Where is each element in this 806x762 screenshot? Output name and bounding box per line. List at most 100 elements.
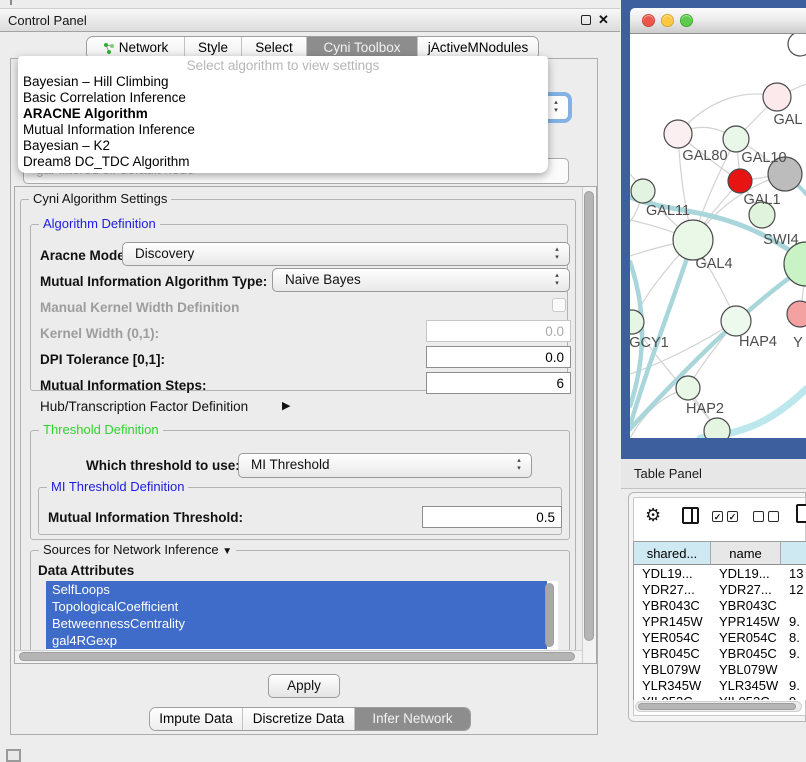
dpi-tolerance-field[interactable]: 0.0 [426,346,571,368]
minimize-traffic-light[interactable] [661,14,674,27]
node-gal-top [763,83,791,111]
zoom-traffic-light[interactable] [680,14,693,27]
cell: YIL052C [634,694,711,700]
dropdown-item[interactable]: Dream8 DC_TDC Algorithm [18,154,548,170]
table-row[interactable]: YPR145W YPR145W 9. [634,614,806,630]
apply-button[interactable]: Apply [268,674,340,698]
network-window-titlebar[interactable] [630,8,806,34]
column-header-partial[interactable] [781,542,806,565]
dropdown-item[interactable]: Bayesian – K2 [18,138,548,154]
tab-infer-network[interactable]: Infer Network [354,708,470,730]
table-row[interactable]: YBR045C YBR045C 9. [634,646,806,662]
panel-grip-icon[interactable] [6,749,21,762]
mi-steps-field[interactable]: 6 [426,372,571,394]
node-salmon [787,301,806,327]
node-gal11 [631,179,655,203]
tab-discretize-data[interactable]: Discretize Data [242,708,354,730]
table-panel-title: Table Panel [634,466,702,481]
kernel-width-field[interactable]: 0.0 [426,320,571,342]
kernel-width-label: Kernel Width (0,1): [40,326,159,341]
data-attributes-list: SelfLoops TopologicalCoefficient Between… [46,581,558,651]
threshold-definition-legend: Threshold Definition [39,422,163,437]
table-row[interactable]: YLR345W YLR345W 9. [634,678,806,694]
dropdown-header: Select algorithm to view settings [18,56,548,74]
which-threshold-combobox[interactable]: MI Threshold ▴▾ [238,453,532,478]
node-label: GCY1 [630,335,669,351]
which-threshold-label: Which threshold to use: [86,458,240,473]
select-all-checkbox-icon[interactable]: ✓ [727,511,738,522]
network-canvas[interactable]: GAL GAL80 GAL10 GAL1 GAL11 SWI4 GAL4 GCY… [630,34,806,438]
columns-icon[interactable] [682,507,699,524]
hub-definition-label[interactable]: Hub/Transcription Factor Definition [40,399,248,414]
table-row[interactable]: YDL19... YDL19... 13 [634,566,806,582]
cell: YBR045C [711,646,781,662]
list-item[interactable]: BetweennessCentrality [46,615,547,632]
node-label: GAL11 [646,203,690,219]
horizontal-scrollbar-thumb[interactable] [19,652,575,661]
close-traffic-light[interactable] [642,14,655,27]
dpi-tolerance-label: DPI Tolerance [0,1]: [40,352,165,367]
vertical-scrollbar-thumb[interactable] [584,191,594,641]
gear-icon[interactable]: ⚙ [645,505,661,526]
cell: YLR345W [711,678,781,694]
document-icon[interactable] [796,504,806,523]
node [704,418,730,438]
float-window-icon[interactable] [581,15,591,25]
dropdown-item[interactable]: Bayesian – Hill Climbing [18,74,548,90]
table-hscrollbar-thumb[interactable] [638,703,796,710]
deselect-all-checkbox-icon[interactable] [768,511,779,522]
table-row[interactable]: YER054C YER054C 8. [634,630,806,646]
table-row[interactable]: YBR043C YBR043C [634,598,806,614]
column-header-shared-name[interactable]: shared... [634,542,711,565]
combo-arrows-icon: ▴▾ [514,457,524,473]
list-scrollbar[interactable] [545,583,554,647]
close-icon[interactable]: ✕ [598,12,609,28]
column-header-name[interactable]: name [711,542,781,565]
cell: YPR145W [711,614,781,630]
tab-impute-data[interactable]: Impute Data [150,708,242,730]
screen: Control Panel ✕ ▴▾ gal-filtered sif defa… [0,0,806,762]
table-row[interactable]: YBL079W YBL079W [634,662,806,678]
node-gal1 [728,169,752,193]
mi-threshold-field[interactable]: 0.5 [422,506,562,528]
cyni-algorithm-settings-legend: Cyni Algorithm Settings [29,191,171,206]
aracne-mode-value: Discovery [135,243,194,265]
list-item[interactable]: TopologicalCoefficient [46,598,547,615]
cell: YBL079W [634,662,711,678]
mi-algorithm-type-combobox[interactable]: Naive Bayes ▴▾ [272,268,570,292]
data-attributes-label: Data Attributes [38,563,134,578]
table-row[interactable]: YIL052C YIL052C 9. [634,694,806,700]
cell: YDL19... [634,566,711,582]
cell: 8. [781,630,806,646]
node-label: GAL1 [743,192,780,208]
manual-kernel-width-checkbox[interactable] [552,298,566,312]
node-label: HAP4 [739,334,777,350]
sources-legend[interactable]: Sources for Network Inference ▼ [39,542,236,557]
node-label: GAL4 [695,256,732,272]
cell: 9. [781,646,806,662]
cell: YBR043C [634,598,711,614]
combo-arrows-icon: ▴▾ [551,99,561,115]
node-label: GAL [773,112,802,128]
aracne-mode-combobox[interactable]: Discovery ▴▾ [122,242,570,266]
dropdown-item[interactable]: Mutual Information Inference [18,122,548,138]
settings-scrollpane: Cyni Algorithm Settings Algorithm Defini… [14,186,597,664]
expand-right-icon[interactable]: ▶ [282,399,290,412]
node-gal4 [673,220,713,260]
select-all-checkbox-icon[interactable]: ✓ [712,511,723,522]
control-panel-titlebar: Control Panel ✕ [0,8,620,32]
combo-arrows-icon: ▴▾ [552,272,562,288]
dropdown-item[interactable]: Basic Correlation Inference [18,90,548,106]
cell: YER054C [711,630,781,646]
list-item[interactable]: SelfLoops [46,581,547,598]
dropdown-item-selected[interactable]: ARACNE Algorithm [18,106,548,122]
table-row[interactable]: YDR27... YDR27... 12 [634,582,806,598]
tab-network-label: Network [119,40,169,55]
list-item[interactable]: gal4RGexp [46,632,547,649]
mi-algorithm-type-value: Naive Bayes [285,269,361,291]
control-panel-title: Control Panel [8,13,87,28]
node-label: HAP2 [686,401,724,417]
node [788,34,806,56]
table-panel-titlebar: Table Panel [621,459,806,489]
deselect-all-checkbox-icon[interactable] [753,511,764,522]
